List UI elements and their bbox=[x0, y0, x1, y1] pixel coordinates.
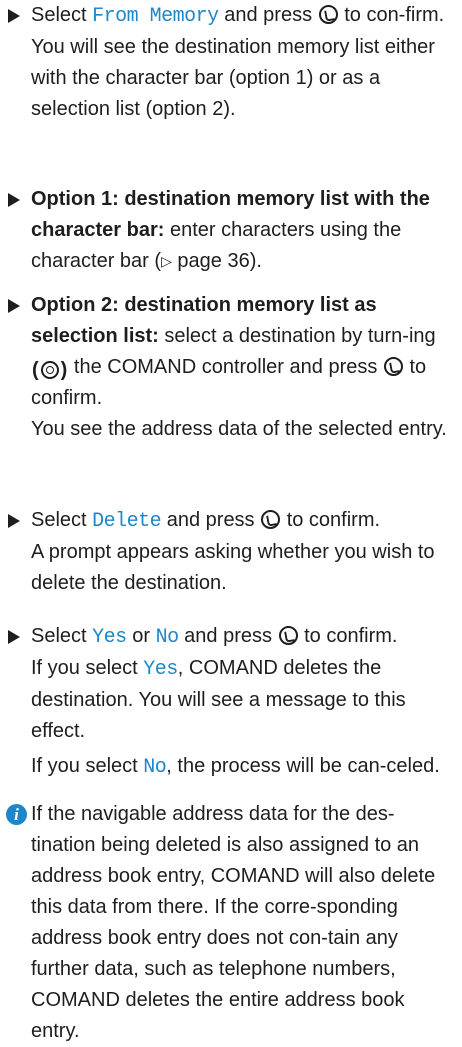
step-select-delete: Select Delete and press to confirm. A pr… bbox=[6, 505, 448, 599]
step-text: Select From Memory and press to con-firm… bbox=[31, 4, 445, 28]
menu-item-yes: Yes bbox=[92, 626, 127, 649]
step-result-text: If you select No, the process will be ca… bbox=[31, 755, 440, 779]
step-select-from-memory: Select From Memory and press to con-firm… bbox=[6, 0, 448, 125]
step-result-text: A prompt appears asking whether you wish… bbox=[31, 541, 435, 594]
step-arrow-icon bbox=[8, 630, 20, 644]
turn-controller-icon: () bbox=[32, 359, 68, 381]
step-text: Select Yes or No and press to confirm. bbox=[31, 625, 398, 649]
step-text: Option 2: destination memory list as sel… bbox=[31, 294, 436, 409]
step-text: Select Delete and press to confirm. bbox=[31, 509, 381, 533]
press-controller-icon bbox=[318, 5, 338, 24]
menu-item-yes: Yes bbox=[143, 658, 178, 681]
menu-item-no: No bbox=[155, 626, 180, 649]
press-controller-icon bbox=[261, 510, 281, 529]
menu-item-no: No bbox=[143, 756, 167, 779]
step-arrow-icon bbox=[8, 193, 20, 207]
step-select-yes-no: Select Yes or No and press to confirm. I… bbox=[6, 621, 448, 783]
step-arrow-icon bbox=[8, 9, 20, 23]
step-option-1: Option 1: destination memory list with t… bbox=[6, 184, 448, 277]
step-result-text: You see the address data of the selected… bbox=[31, 418, 447, 440]
step-text: Option 1: destination memory list with t… bbox=[31, 188, 430, 272]
menu-item-from-memory: From Memory bbox=[92, 5, 219, 28]
press-controller-icon bbox=[278, 626, 298, 645]
step-arrow-icon bbox=[8, 514, 20, 528]
menu-item-delete: Delete bbox=[92, 510, 162, 533]
press-controller-icon bbox=[383, 357, 403, 376]
step-arrow-icon bbox=[8, 299, 20, 313]
info-icon: i bbox=[6, 804, 27, 825]
step-option-2: Option 2: destination memory list as sel… bbox=[6, 290, 448, 445]
step-result-text: You will see the destination memory list… bbox=[31, 36, 435, 120]
info-note: i If the navigable address data for the … bbox=[6, 799, 448, 1047]
note-text: If the navigable address data for the de… bbox=[31, 803, 436, 1042]
page-reference-icon: ▷ bbox=[161, 253, 172, 269]
step-result-text: If you select Yes, COMAND deletes the de… bbox=[31, 657, 406, 742]
manual-page: Select From Memory and press to con-firm… bbox=[0, 0, 462, 1042]
